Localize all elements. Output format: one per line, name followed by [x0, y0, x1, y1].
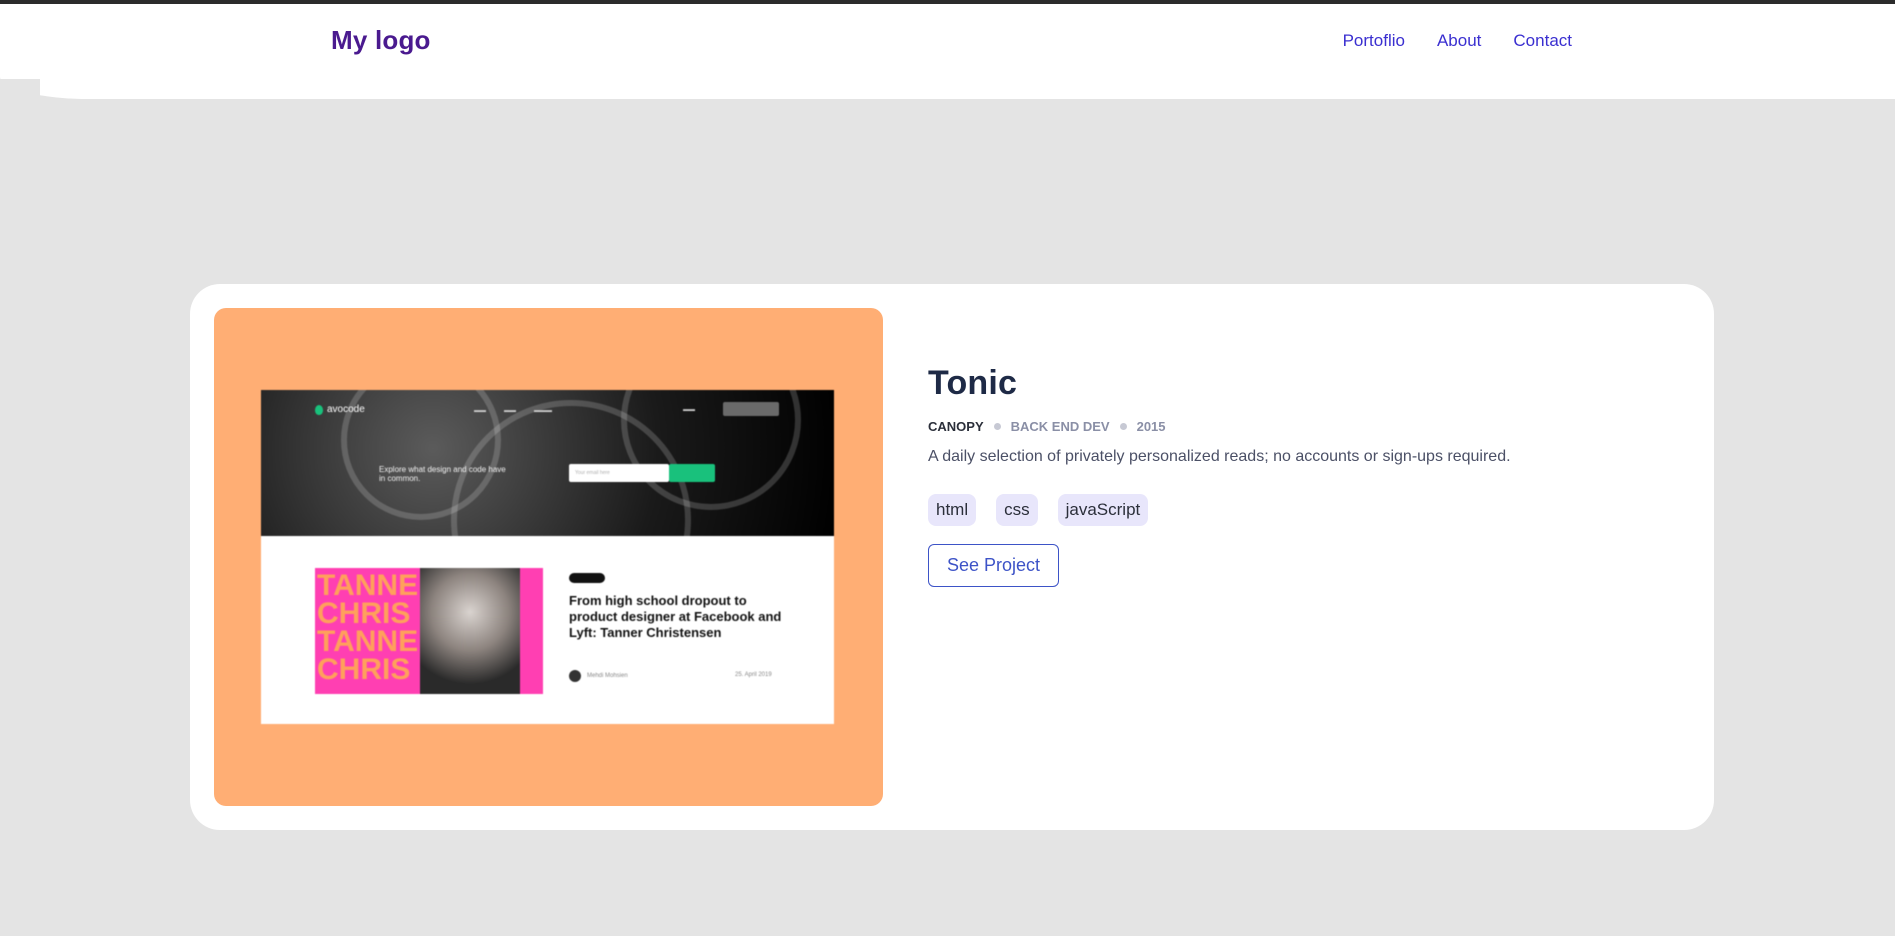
preview-author-name: Mehdi Mohsien [587, 673, 628, 679]
nav-link-about[interactable]: About [1437, 31, 1481, 51]
preview-category-pill [569, 573, 605, 583]
preview-hero: avocode ▬▬ ▬▬ ▬▬▬ ▬▬ Explore what design… [261, 390, 834, 640]
preview-tagline: Explore what design and code have in com… [379, 465, 506, 483]
main-nav: Portoflio About Contact [1343, 31, 1572, 51]
preview-subscribe-button [669, 464, 715, 482]
avocado-icon [315, 404, 323, 415]
project-title: Tonic [928, 364, 1018, 402]
project-description: A daily selection of privately personali… [928, 448, 1511, 465]
nav-link-portfolio[interactable]: Portoflio [1343, 31, 1405, 51]
tag-javascript: javaScript [1057, 494, 1149, 526]
header-notch [0, 79, 40, 99]
preview-author: Mehdi Mohsien [569, 670, 628, 682]
tag-css: css [996, 494, 1038, 526]
project-year: 2015 [1136, 419, 1166, 434]
tag-html: html [928, 494, 977, 526]
preview-nav: ▬▬ ▬▬ ▬▬▬ [474, 408, 552, 414]
project-card: avocode ▬▬ ▬▬ ▬▬▬ ▬▬ Explore what design… [190, 284, 1714, 830]
preview-trial-button [723, 402, 779, 416]
preview-portrait [420, 568, 520, 694]
preview-nav-item: ▬▬▬ [534, 408, 552, 414]
project-preview: avocode ▬▬ ▬▬ ▬▬▬ ▬▬ Explore what design… [214, 308, 883, 806]
project-client: CANOPY [928, 419, 984, 434]
preview-site-name: avocode [327, 404, 365, 415]
preview-article-title: From high school dropout to product desi… [569, 593, 782, 640]
preview-nav-item: ▬▬ [504, 408, 516, 414]
project-details: Tonic CANOPY BACK END DEV 2015 A daily s… [928, 364, 1648, 587]
dot-icon [993, 423, 1001, 430]
project-meta: CANOPY BACK END DEV 2015 [928, 419, 1648, 434]
preview-join: ▬▬ [683, 407, 695, 413]
preview-nav-item: ▬▬ [474, 408, 486, 414]
preview-article-image: TANNER CHRIS TANNER CHRIS [315, 568, 543, 694]
preview-date: 25. April 2019 [735, 672, 772, 678]
avatar [569, 670, 581, 682]
dot-icon [1119, 423, 1127, 430]
header [0, 4, 1895, 99]
project-role: BACK END DEV [1010, 419, 1110, 434]
project-preview-screenshot: avocode ▬▬ ▬▬ ▬▬▬ ▬▬ Explore what design… [261, 390, 834, 724]
site-logo[interactable]: My logo [331, 25, 431, 56]
project-tags: html css javaScript [928, 494, 1648, 526]
see-project-button[interactable]: See Project [928, 544, 1060, 587]
preview-email-input: Your email here [569, 464, 669, 482]
preview-logo: avocode [315, 404, 365, 415]
nav-link-contact[interactable]: Contact [1513, 31, 1572, 51]
